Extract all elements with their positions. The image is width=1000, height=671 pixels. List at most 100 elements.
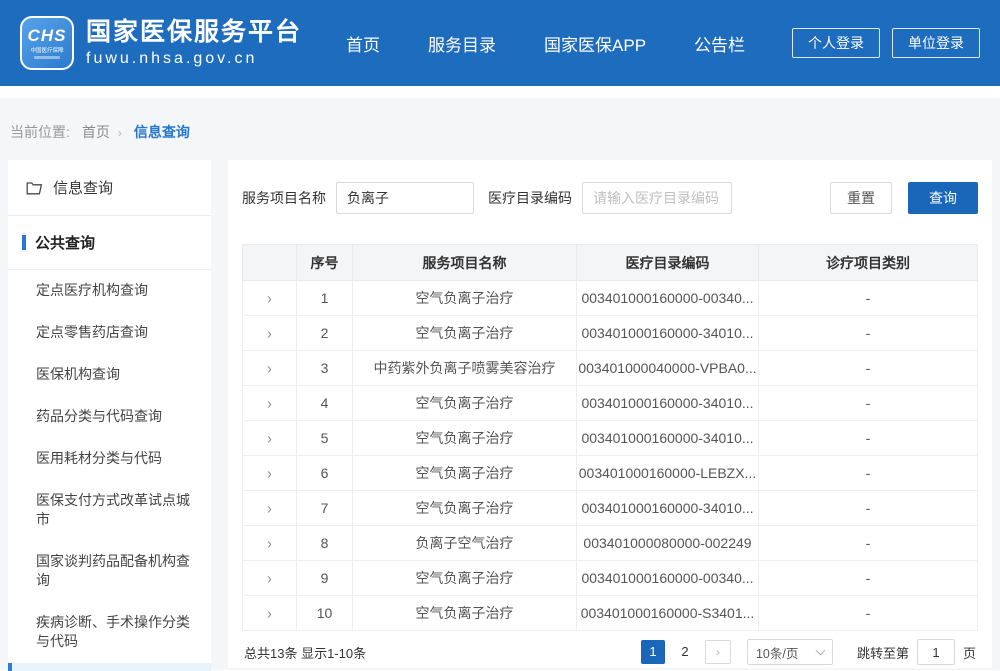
sidebar-item-6[interactable]: 医保支付方式改革试点城市 — [8, 480, 211, 541]
table-row: ›7空气负离子治疗003401000160000-34010...- — [243, 491, 978, 526]
row-index-cell: 5 — [297, 421, 353, 456]
service-name-input[interactable] — [336, 182, 474, 214]
sidebar-item-2[interactable]: 定点零售药店查询 — [8, 312, 211, 354]
nav-item-announcements[interactable]: 公告栏 — [694, 31, 745, 56]
sidebar-item-1[interactable]: 定点医疗机构查询 — [8, 270, 211, 312]
expand-row-icon[interactable]: › — [267, 394, 272, 412]
row-index-cell: 7 — [297, 491, 353, 526]
sidebar-item-5[interactable]: 医用耗材分类与代码 — [8, 438, 211, 480]
personal-login-button[interactable]: 个人登录 — [792, 28, 880, 58]
expand-cell[interactable]: › — [243, 561, 297, 596]
service-name-cell: 负离子空气治疗 — [353, 526, 577, 561]
page-size-select[interactable]: 10条/页 — [747, 639, 833, 665]
sidebar-item-label: 医保支付方式改革试点城市 — [36, 492, 190, 527]
catalog-code-label: 医疗目录编码 — [488, 188, 572, 208]
site-domain: fuwu.nhsa.gov.cn — [86, 50, 302, 68]
search-form: 服务项目名称 医疗目录编码 重置 查询 — [242, 182, 978, 214]
sidebar-item-4[interactable]: 药品分类与代码查询 — [8, 396, 211, 438]
sidebar-section-label: 公共查询 — [35, 232, 95, 253]
page-button-1[interactable]: 1 — [641, 640, 665, 664]
expand-cell[interactable]: › — [243, 526, 297, 561]
breadcrumb-home-link[interactable]: 首页 — [82, 124, 110, 140]
expand-row-icon[interactable]: › — [267, 289, 272, 307]
page-button-2[interactable]: 2 — [673, 640, 697, 664]
expand-cell[interactable]: › — [243, 386, 297, 421]
category-cell: - — [759, 596, 978, 631]
expand-cell[interactable]: › — [243, 281, 297, 316]
category-cell: - — [759, 351, 978, 386]
sidebar-item-label: 疾病诊断、手术操作分类与代码 — [36, 614, 190, 649]
service-name-cell: 空气负离子治疗 — [353, 596, 577, 631]
table-footer: 总共13条 显示1-10条 1 2 › 10条/页 跳转至第 页 — [242, 631, 978, 668]
results-table: 序号 服务项目名称 医疗目录编码 诊疗项目类别 ›1空气负离子治疗0034010… — [242, 244, 978, 631]
service-name-cell: 空气负离子治疗 — [353, 456, 577, 491]
expand-row-icon[interactable]: › — [267, 534, 272, 552]
catalog-code-cell: 003401000080000-002249 — [577, 526, 759, 561]
nav-item-app[interactable]: 国家医保APP — [544, 31, 646, 56]
sidebar-item-label: 医用耗材分类与代码 — [36, 450, 162, 466]
sidebar-item-8[interactable]: 疾病诊断、手术操作分类与代码 — [8, 602, 211, 663]
catalog-code-input[interactable] — [582, 182, 732, 214]
sidebar-item-7[interactable]: 国家谈判药品配备机构查询 — [8, 541, 211, 602]
expand-row-icon[interactable]: › — [267, 604, 272, 622]
content-row: 信息查询 公共查询 定点医疗机构查询定点零售药店查询医保机构查询药品分类与代码查… — [8, 160, 992, 671]
jump-prefix-label: 跳转至第 — [857, 643, 909, 662]
sidebar-root-info-query[interactable]: 信息查询 — [8, 160, 211, 216]
sidebar-item-label: 医保机构查询 — [36, 366, 120, 382]
row-index-cell: 3 — [297, 351, 353, 386]
page-body: 当前位置:首页›信息查询 信息查询 公共查询 定点医疗机构查询定点零售药店查询医… — [0, 98, 1000, 670]
expand-cell[interactable]: › — [243, 596, 297, 631]
site-brand: 国家医保服务平台 fuwu.nhsa.gov.cn — [86, 18, 302, 68]
login-buttons: 个人登录 单位登录 — [792, 28, 980, 58]
catalog-code-cell: 003401000160000-S3401... — [577, 596, 759, 631]
row-index-cell: 4 — [297, 386, 353, 421]
category-cell: - — [759, 421, 978, 456]
expand-cell[interactable]: › — [243, 456, 297, 491]
breadcrumb-separator-icon: › — [118, 126, 122, 140]
row-index-cell: 8 — [297, 526, 353, 561]
service-name-cell: 空气负离子治疗 — [353, 316, 577, 351]
query-button[interactable]: 查询 — [908, 182, 978, 214]
sidebar-item-label: 药品分类与代码查询 — [36, 408, 162, 424]
next-page-button[interactable]: › — [705, 640, 731, 664]
table-row: ›1空气负离子治疗003401000160000-00340...- — [243, 281, 978, 316]
expand-row-icon[interactable]: › — [267, 569, 272, 587]
nav-item-home[interactable]: 首页 — [346, 31, 380, 56]
catalog-code-cell: 003401000160000-34010... — [577, 386, 759, 421]
row-index-cell: 2 — [297, 316, 353, 351]
expand-cell[interactable]: › — [243, 351, 297, 386]
jump-page-input[interactable] — [917, 639, 955, 665]
table-row: ›4空气负离子治疗003401000160000-34010...- — [243, 386, 978, 421]
sidebar-item-3[interactable]: 医保机构查询 — [8, 354, 211, 396]
expand-cell[interactable]: › — [243, 421, 297, 456]
site-title: 国家医保服务平台 — [86, 18, 302, 46]
expand-row-icon[interactable]: › — [267, 359, 272, 377]
section-marker-bar — [22, 235, 26, 250]
nav-item-service-catalog[interactable]: 服务目录 — [428, 31, 496, 56]
service-name-cell: 空气负离子治疗 — [353, 386, 577, 421]
sidebar-item-label: 定点零售药店查询 — [36, 324, 148, 340]
expand-row-icon[interactable]: › — [267, 324, 272, 342]
expand-row-icon[interactable]: › — [267, 429, 272, 447]
breadcrumb-current[interactable]: 信息查询 — [134, 124, 190, 140]
chs-logo-decoration — [34, 56, 60, 59]
category-cell: - — [759, 561, 978, 596]
catalog-code-cell: 003401000160000-34010... — [577, 421, 759, 456]
table-row: ›3中药紫外负离子喷雾美容治疗003401000040000-VPBA0...- — [243, 351, 978, 386]
top-header: CHS 中国医疗保障 国家医保服务平台 fuwu.nhsa.gov.cn 首页 … — [0, 0, 1000, 86]
reset-button[interactable]: 重置 — [830, 182, 892, 214]
service-name-cell: 空气负离子治疗 — [353, 281, 577, 316]
column-header-service-name: 服务项目名称 — [353, 245, 577, 281]
catalog-code-cell: 003401000160000-00340... — [577, 561, 759, 596]
catalog-code-cell: 003401000040000-VPBA0... — [577, 351, 759, 386]
unit-login-button[interactable]: 单位登录 — [892, 28, 980, 58]
expand-cell[interactable]: › — [243, 316, 297, 351]
table-row: ›10空气负离子治疗003401000160000-S3401...- — [243, 596, 978, 631]
table-row: ›9空气负离子治疗003401000160000-00340...- — [243, 561, 978, 596]
expand-row-icon[interactable]: › — [267, 499, 272, 517]
sidebar-section-public-query[interactable]: 公共查询 — [8, 216, 211, 270]
catalog-code-cell: 003401000160000-34010... — [577, 316, 759, 351]
expand-row-icon[interactable]: › — [267, 464, 272, 482]
column-header-category: 诊疗项目类别 — [759, 245, 978, 281]
expand-cell[interactable]: › — [243, 491, 297, 526]
